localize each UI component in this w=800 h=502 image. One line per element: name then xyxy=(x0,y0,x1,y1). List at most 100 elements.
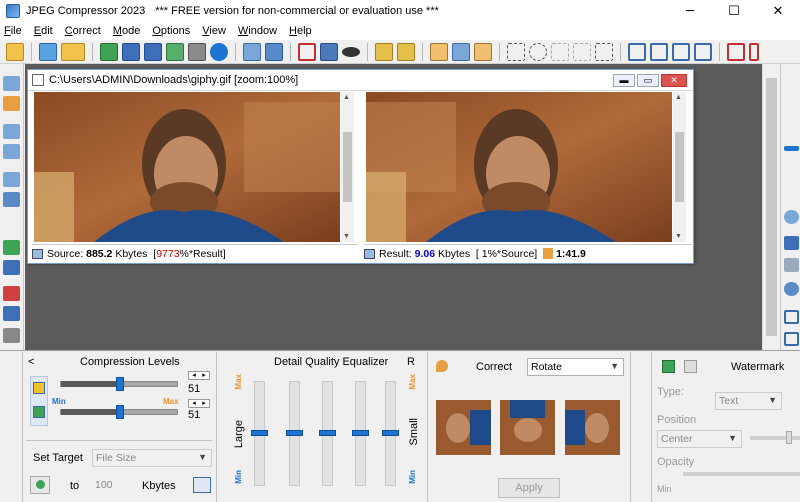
layout-icon[interactable] xyxy=(784,310,799,324)
watermark-position-select[interactable]: Center ▼ xyxy=(657,430,742,448)
window-icon[interactable] xyxy=(727,42,745,61)
export-icon[interactable] xyxy=(144,42,162,61)
watermark-size-thumb[interactable] xyxy=(786,431,792,444)
hand-tool-icon[interactable] xyxy=(474,42,492,61)
eq-band-2-thumb[interactable] xyxy=(286,430,303,436)
doc-close-button[interactable]: ✕ xyxy=(661,74,687,87)
open-recent-icon[interactable] xyxy=(61,42,85,61)
rotate-preview-1[interactable] xyxy=(436,400,491,455)
hand-pan-icon[interactable] xyxy=(430,42,448,61)
grid-view-icon[interactable] xyxy=(784,236,799,250)
histogram-icon[interactable] xyxy=(3,240,20,255)
key-icon[interactable] xyxy=(3,96,20,111)
annotate-icon[interactable] xyxy=(397,42,415,61)
left-toolbar xyxy=(0,64,24,350)
rect-select-icon[interactable] xyxy=(507,42,525,61)
watermark-apply-icon[interactable] xyxy=(662,360,675,373)
zoom-select-icon[interactable] xyxy=(452,42,470,61)
panel-icon[interactable] xyxy=(784,332,799,346)
document-titlebar[interactable]: C:\Users\ADMIN\Downloads\giphy.gif [zoom… xyxy=(28,70,693,91)
eq-band-4-thumb[interactable] xyxy=(352,430,369,436)
result-scrollbar[interactable]: ▲ ▼ xyxy=(673,92,686,242)
source-pane[interactable]: ▲ ▼ xyxy=(34,92,354,242)
channels-icon[interactable] xyxy=(3,260,20,275)
menu-edit[interactable]: Edit xyxy=(34,25,53,37)
menu-view[interactable]: View xyxy=(202,25,226,37)
resize-icon[interactable] xyxy=(320,42,338,61)
level-min-label: Min xyxy=(52,397,66,406)
eq-band-5-thumb[interactable] xyxy=(382,430,399,436)
pan-icon[interactable] xyxy=(784,258,799,272)
level2-thumb[interactable] xyxy=(116,405,124,419)
menu-file[interactable]: File xyxy=(4,25,22,37)
eq-max-left: Max xyxy=(234,374,243,390)
info-icon[interactable] xyxy=(3,328,20,343)
level1-spin[interactable]: ◂ ▸ xyxy=(188,371,210,380)
select-all-icon[interactable] xyxy=(573,42,591,61)
rotate-view-icon[interactable] xyxy=(784,282,799,296)
watermark-type-select[interactable]: Text ▼ xyxy=(715,392,782,410)
rotate-preview-2[interactable] xyxy=(500,400,555,455)
zoom-slider-icon[interactable] xyxy=(784,146,799,151)
watermark-opacity-slider[interactable] xyxy=(683,472,800,476)
target-value-input[interactable]: 100 xyxy=(92,476,132,494)
target-mode-select[interactable]: File Size ▼ xyxy=(92,449,212,467)
maximize-button[interactable]: ☐ xyxy=(712,0,756,22)
save-as-icon[interactable] xyxy=(122,42,140,61)
layout-horizontal-icon[interactable] xyxy=(650,42,668,61)
zoom-in-icon[interactable] xyxy=(3,76,20,91)
zoom-100-icon[interactable] xyxy=(3,192,20,207)
menu-correct[interactable]: Correct xyxy=(65,25,101,37)
watermark-size-slider[interactable] xyxy=(750,436,800,440)
rotate-preview-3[interactable] xyxy=(565,400,620,455)
menu-window[interactable]: Window xyxy=(238,25,277,37)
crop-icon[interactable] xyxy=(298,42,316,61)
zoom-out-icon[interactable] xyxy=(3,144,20,159)
menu-options[interactable]: Options xyxy=(152,25,190,37)
paste-icon[interactable] xyxy=(265,42,283,61)
magnifier-icon[interactable] xyxy=(784,210,799,224)
edit-pencil-icon[interactable] xyxy=(375,42,393,61)
watermark-settings-icon[interactable] xyxy=(684,360,697,373)
target-apply-button[interactable] xyxy=(30,476,50,494)
layout-single-icon[interactable] xyxy=(628,42,646,61)
deselect-icon[interactable] xyxy=(595,42,613,61)
convert-icon[interactable] xyxy=(166,42,184,61)
layout-vertical-icon[interactable] xyxy=(672,42,690,61)
collapse-button[interactable]: < xyxy=(28,356,34,368)
source-scrollbar[interactable]: ▲ ▼ xyxy=(341,92,354,242)
help-icon[interactable] xyxy=(210,42,228,61)
document-window[interactable]: C:\Users\ADMIN\Downloads\giphy.gif [zoom… xyxy=(27,69,694,264)
level2-spin[interactable]: ◂ ▸ xyxy=(188,399,210,408)
open-folder-icon[interactable] xyxy=(6,42,24,61)
level1-thumb[interactable] xyxy=(116,377,124,391)
print-icon[interactable] xyxy=(188,42,206,61)
doc-maximize-button[interactable]: ▭ xyxy=(637,74,659,87)
eq-band-1-thumb[interactable] xyxy=(251,430,268,436)
result-pane[interactable]: ▲ ▼ xyxy=(366,92,686,242)
equalizer-r-label: R xyxy=(407,356,415,368)
stats-icon[interactable] xyxy=(3,306,20,321)
save-icon[interactable] xyxy=(39,42,57,61)
eq-band-3-thumb[interactable] xyxy=(319,430,336,436)
source-image xyxy=(34,92,340,242)
apply-button[interactable]: Apply xyxy=(498,478,560,498)
menu-help[interactable]: Help xyxy=(289,25,312,37)
window-split-icon[interactable] xyxy=(749,42,759,61)
ellipse-select-icon[interactable] xyxy=(529,42,547,61)
target-settings-icon[interactable] xyxy=(193,477,211,493)
layout-split-icon[interactable] xyxy=(694,42,712,61)
correct-mode-select[interactable]: Rotate ▼ xyxy=(527,358,624,376)
levels-icon[interactable] xyxy=(3,286,20,301)
preview-eye-icon[interactable] xyxy=(342,46,360,57)
copy-icon[interactable] xyxy=(243,42,261,61)
menu-mode[interactable]: Mode xyxy=(113,25,141,37)
batch-icon[interactable] xyxy=(100,42,118,61)
doc-minimize-button[interactable]: ▬ xyxy=(613,74,635,87)
zoom-fit-icon[interactable] xyxy=(3,124,20,139)
close-button[interactable]: ✕ xyxy=(756,0,800,22)
workspace-scrollbar[interactable] xyxy=(762,64,780,350)
zoom-actual-icon[interactable] xyxy=(3,172,20,187)
minimize-button[interactable]: ─ xyxy=(668,0,712,22)
lasso-select-icon[interactable] xyxy=(551,42,569,61)
